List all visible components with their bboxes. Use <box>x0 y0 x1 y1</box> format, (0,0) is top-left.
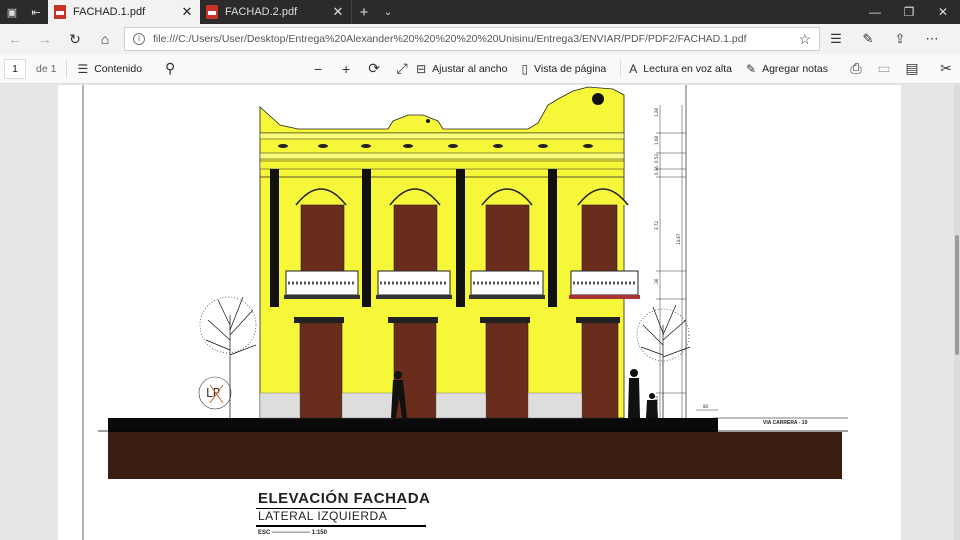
svg-text:0.53: 0.53 <box>654 154 659 163</box>
crest-ornament <box>592 93 604 105</box>
drawing-title: ELEVACIÓN FACHADA <box>258 490 431 507</box>
save-as-icon[interactable]: ▤ <box>898 60 926 77</box>
restore-button[interactable]: ❐ <box>892 0 926 24</box>
add-notes-button[interactable]: ✎ Agregar notas <box>746 62 828 76</box>
favorite-star-icon[interactable]: ☆ <box>798 31 811 48</box>
list-icon: ☰ <box>77 61 89 76</box>
page-icon: ▯ <box>521 61 529 76</box>
refresh-button[interactable]: ↻ <box>60 31 90 48</box>
pdf-viewer[interactable]: LP 1.28 1.08 0.53 0.36 3.72 14.67 .36 1.… <box>0 85 960 540</box>
scrollbar[interactable] <box>954 85 960 540</box>
new-tab-button[interactable]: + <box>352 0 376 24</box>
home-button[interactable]: ⌂ <box>90 31 120 47</box>
page-number-input[interactable]: 1 <box>4 58 26 79</box>
tab-fachad-1[interactable]: FACHAD.1.pdf ✕ <box>48 0 200 24</box>
drawing-subtitle: LATERAL IZQUIERDA <box>258 509 388 523</box>
rotate-icon[interactable]: ⟳ <box>360 60 388 77</box>
fit-width-button[interactable]: ⊟ Ajustar al ancho <box>416 62 507 76</box>
read-aloud-label: Lectura en voz alta <box>643 62 732 75</box>
page-view-button[interactable]: ▯ Vista de página <box>521 62 606 76</box>
pdf-page: LP 1.28 1.08 0.53 0.36 3.72 14.67 .36 1.… <box>58 85 901 540</box>
info-icon[interactable]: i <box>133 33 145 45</box>
page-view-label: Vista de página <box>534 62 607 75</box>
read-aloud-button[interactable]: A Lectura en voz alta <box>629 62 732 76</box>
svg-text:0.36: 0.36 <box>654 166 659 175</box>
monogram-logo: LP <box>198 376 232 410</box>
tab-fachad-2[interactable]: FACHAD.2.pdf ✕ <box>200 0 352 24</box>
share-icon[interactable]: ⇪ <box>884 31 916 47</box>
more-options-icon[interactable]: ⋯ <box>916 31 948 47</box>
svg-text:3.72: 3.72 <box>654 221 659 230</box>
dimension-lines <box>656 105 718 418</box>
divider <box>620 59 622 78</box>
pdf-file-icon <box>54 5 66 19</box>
page-total: de 1 <box>36 62 57 75</box>
window-menu-icon[interactable]: ▣ <box>0 0 24 24</box>
street-label: VIA CARRERA - 19 <box>763 420 808 426</box>
subtitle-underline <box>256 525 426 527</box>
ground-section <box>108 432 842 479</box>
forward-button[interactable]: → <box>30 31 60 47</box>
add-notes-label: Agregar notas <box>762 62 829 75</box>
search-icon[interactable]: ⚲ <box>156 60 184 77</box>
tab-label: FACHAD.2.pdf <box>225 6 298 18</box>
zoom-in-icon[interactable]: + <box>332 61 360 77</box>
facade-elevation-drawing: LP 1.28 1.08 0.53 0.36 3.72 14.67 .36 1.… <box>82 85 848 540</box>
parapet <box>259 86 625 134</box>
fit-width-icon: ⊟ <box>416 61 427 76</box>
svg-text:80: 80 <box>703 404 709 409</box>
sidewalk <box>108 418 718 432</box>
pdf-file-icon <box>206 5 218 19</box>
zoom-out-icon[interactable]: − <box>304 61 332 77</box>
contents-label: Contenido <box>94 62 143 75</box>
scrollbar-thumb[interactable] <box>955 235 959 355</box>
pdf-toolbar: 1 de 1 ☰ Contenido ⚲ − + ⟳ ⤢ ⊟ Ajustar a… <box>0 54 960 84</box>
svg-text:14.67: 14.67 <box>676 233 681 245</box>
divider <box>66 59 68 78</box>
svg-text:1.23: 1.23 <box>654 396 659 405</box>
pen-icon[interactable]: ✎ <box>852 31 884 47</box>
back-button[interactable]: ← <box>0 31 30 47</box>
contents-button[interactable]: ☰ Contenido <box>77 62 142 76</box>
svg-text:1.08: 1.08 <box>654 136 659 145</box>
close-window-button[interactable]: ✕ <box>926 0 960 24</box>
set-aside-tabs-icon[interactable]: ⇤ <box>24 0 48 24</box>
print-icon[interactable]: ⎙ <box>842 60 870 77</box>
save-icon[interactable]: ▭ <box>870 60 898 77</box>
favorites-hub-icon[interactable]: ☰ <box>820 31 852 47</box>
tab-preview-chevron-icon[interactable]: ⌄ <box>376 0 400 24</box>
svg-text:1.28: 1.28 <box>654 108 659 117</box>
tab-bar-spacer <box>400 0 858 24</box>
close-tab-icon[interactable]: ✕ <box>180 4 194 20</box>
scale-label: ESC ------------------- 1:150 <box>258 530 327 536</box>
pin-toolbar-icon[interactable]: ✂ <box>932 60 960 77</box>
address-bar: ← → ↻ ⌂ i file:///C:/Users/User/Desktop/… <box>0 24 960 54</box>
tab-bar: ▣ ⇤ FACHAD.1.pdf ✕ FACHAD.2.pdf ✕ + ⌄ — … <box>0 0 960 24</box>
read-aloud-icon: A <box>629 61 638 76</box>
tab-label: FACHAD.1.pdf <box>73 6 146 18</box>
close-tab-icon[interactable]: ✕ <box>331 4 345 20</box>
url-field[interactable]: i file:///C:/Users/User/Desktop/Entrega%… <box>124 27 820 51</box>
url-text: file:///C:/Users/User/Desktop/Entrega%20… <box>153 33 747 45</box>
fit-page-icon[interactable]: ⤢ <box>388 60 416 77</box>
minimize-button[interactable]: — <box>858 0 892 24</box>
fit-width-label: Ajustar al ancho <box>432 62 508 75</box>
svg-text:.36: .36 <box>654 278 659 285</box>
pen-icon: ✎ <box>746 61 757 76</box>
